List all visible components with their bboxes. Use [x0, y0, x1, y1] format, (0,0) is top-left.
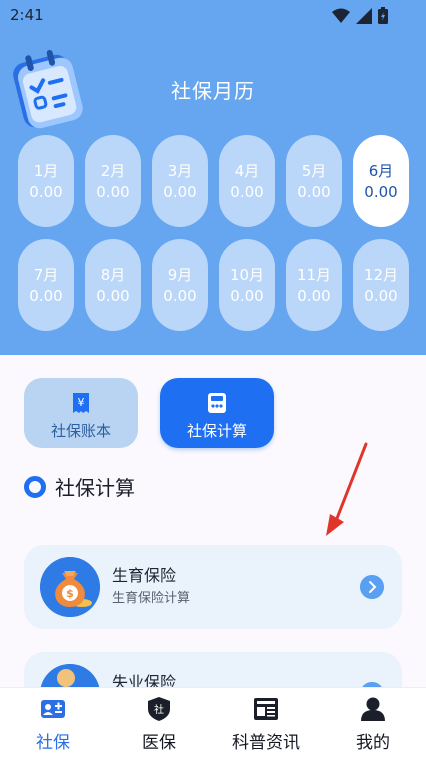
month-value: 0.00	[230, 287, 264, 305]
person-icon	[361, 697, 385, 721]
month-value: 0.00	[96, 287, 130, 305]
month-pill-3[interactable]: 3月 0.00	[152, 135, 208, 227]
month-pill-6[interactable]: 6月 0.00	[353, 135, 409, 227]
calculator-icon	[208, 393, 226, 413]
tab-news[interactable]: 科普资讯	[212, 688, 320, 757]
status-bar: 2:41	[0, 0, 426, 30]
chevron-right-icon[interactable]	[360, 575, 384, 599]
month-pill-10[interactable]: 10月 0.00	[219, 239, 275, 331]
tab-label: 我的	[356, 733, 390, 753]
month-value: 0.00	[96, 183, 130, 201]
card-subtitle: 生育保险计算	[112, 591, 191, 606]
month-label: 11月	[296, 266, 332, 284]
section-header: 社保计算	[24, 472, 135, 501]
svg-text:社: 社	[154, 703, 164, 716]
month-value: 0.00	[29, 287, 63, 305]
month-label: 7月	[33, 266, 59, 284]
month-value: 0.00	[364, 287, 398, 305]
ring-icon	[24, 475, 46, 498]
month-value: 0.00	[297, 287, 331, 305]
tab-social-security[interactable]: 社保	[0, 688, 106, 757]
month-pill-8[interactable]: 8月 0.00	[85, 239, 141, 331]
month-label: 3月	[167, 162, 193, 180]
month-value: 0.00	[230, 183, 264, 201]
maternity-insurance-card[interactable]: $ 生育保险 生育保险计算	[24, 545, 402, 629]
shield-icon: 社	[148, 697, 170, 721]
tab-label: 医保	[142, 733, 176, 753]
annotation-arrow-icon	[326, 442, 368, 536]
calculator-label: 社保计算	[186, 422, 247, 440]
month-label: 12月	[363, 266, 399, 284]
month-label: 6月	[368, 162, 394, 180]
month-pill-2[interactable]: 2月 0.00	[85, 135, 141, 227]
svg-text:¥: ¥	[78, 396, 85, 409]
status-icons	[332, 7, 388, 24]
month-pill-12[interactable]: 12月 0.00	[353, 239, 409, 331]
svg-text:$: $	[66, 587, 74, 600]
month-pill-11[interactable]: 11月 0.00	[286, 239, 342, 331]
month-pill-7[interactable]: 7月 0.00	[18, 239, 74, 331]
month-value: 0.00	[163, 287, 197, 305]
month-label: 10月	[229, 266, 265, 284]
card-title: 生育保险	[112, 566, 177, 585]
wifi-icon	[332, 8, 350, 23]
tab-medical-insurance[interactable]: 社 医保	[106, 688, 212, 757]
month-pill-4[interactable]: 4月 0.00	[219, 135, 275, 227]
coin-icon	[40, 664, 100, 687]
section-title: 社保计算	[55, 476, 135, 500]
status-time: 2:41	[10, 6, 44, 24]
month-label: 4月	[234, 162, 260, 180]
tab-label: 社保	[36, 733, 70, 753]
card-title: 失业保险	[112, 673, 177, 687]
month-pill-9[interactable]: 9月 0.00	[152, 239, 208, 331]
month-value: 0.00	[163, 183, 197, 201]
hero-calendar: 社保月历 1月 0.00 2月 0.00 3月 0.00 4月 0.00 5月 …	[0, 30, 426, 355]
yuan-receipt-icon: ¥	[73, 393, 89, 413]
month-value: 0.00	[297, 183, 331, 201]
id-card-icon	[41, 700, 65, 718]
month-pill-5[interactable]: 5月 0.00	[286, 135, 342, 227]
month-label: 9月	[167, 266, 193, 284]
unemployment-insurance-card[interactable]: 失业保险	[24, 652, 402, 687]
ledger-button[interactable]: ¥ 社保账本	[24, 378, 138, 448]
month-label: 5月	[301, 162, 327, 180]
calculator-button[interactable]: 社保计算	[160, 378, 274, 448]
month-value: 0.00	[364, 183, 398, 201]
month-value: 0.00	[29, 183, 63, 201]
tab-profile[interactable]: 我的	[320, 688, 426, 757]
battery-icon	[378, 7, 388, 24]
month-label: 1月	[33, 162, 59, 180]
news-icon	[254, 698, 278, 720]
signal-icon	[356, 7, 372, 24]
tab-label: 科普资讯	[232, 733, 300, 753]
month-pill-1[interactable]: 1月 0.00	[18, 135, 74, 227]
page-title: 社保月历	[171, 79, 255, 103]
money-bag-icon: $	[40, 557, 100, 617]
ledger-label: 社保账本	[50, 422, 111, 440]
month-label: 8月	[100, 266, 126, 284]
bottom-tab-bar: 社保 社 医保 科普资讯 我的	[0, 687, 426, 757]
month-label: 2月	[100, 162, 126, 180]
